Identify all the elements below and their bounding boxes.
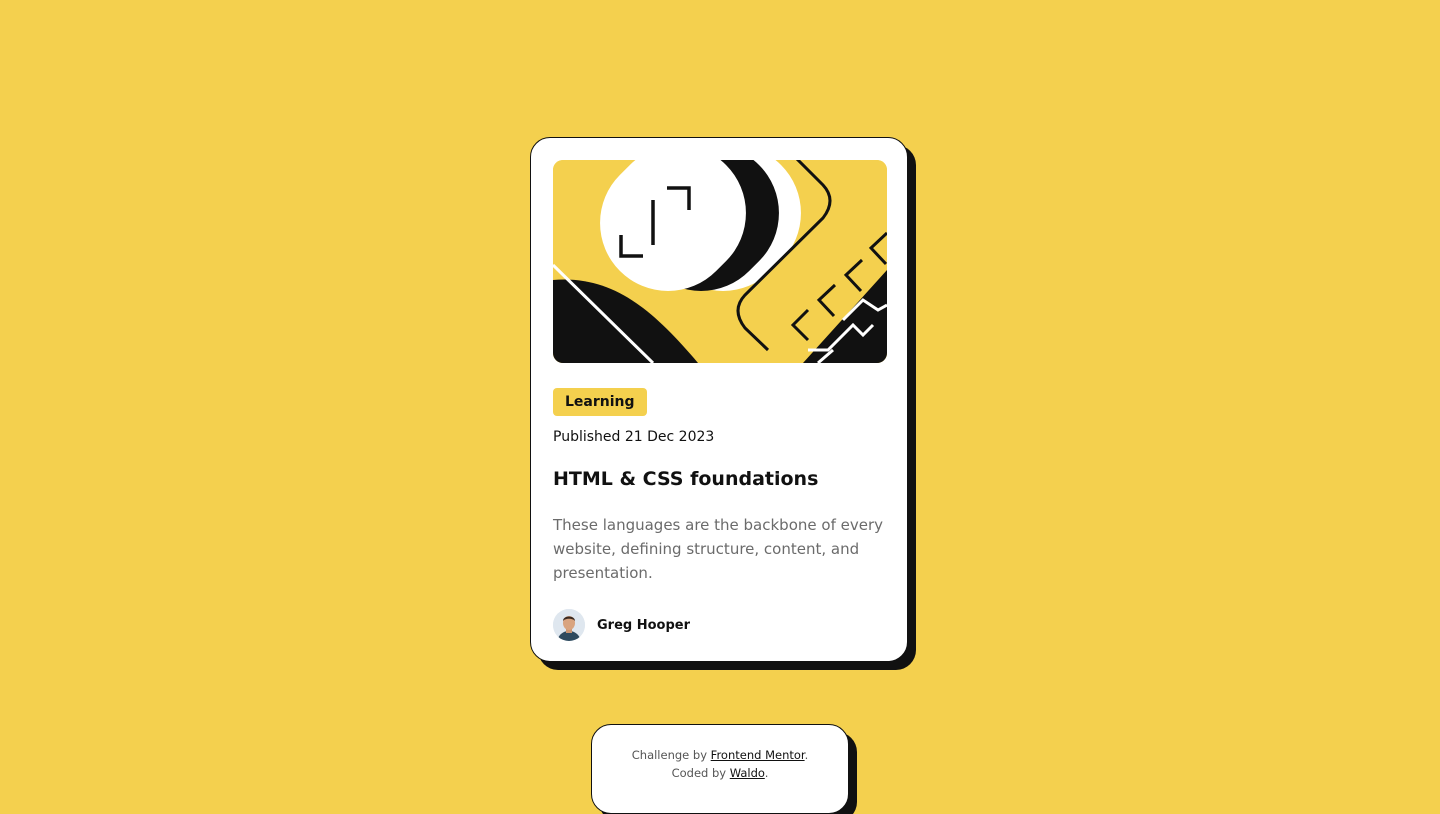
attribution: Challenge by Frontend Mentor. Coded by W… (591, 724, 849, 814)
card-description: These languages are the backbone of ever… (553, 516, 883, 582)
code-illustration-icon (553, 160, 887, 363)
published-date: Published 21 Dec 2023 (553, 429, 715, 445)
illustration-image (553, 160, 887, 363)
attribution-line-coded: Coded by Waldo. (592, 764, 848, 782)
author-name: Greg Hooper (597, 617, 691, 633)
author-block: Greg Hooper (553, 609, 690, 641)
card-title[interactable]: HTML & CSS foundations (553, 468, 818, 490)
author-link[interactable]: Waldo (730, 766, 765, 780)
coded-prefix: Coded by (671, 766, 727, 780)
period: . (764, 766, 769, 780)
category-tag: Learning (553, 388, 647, 416)
person-icon (553, 609, 585, 641)
period: . (804, 748, 809, 762)
blog-preview-card: Learning Published 21 Dec 2023 HTML & CS… (530, 137, 908, 662)
challenge-prefix: Challenge by (631, 748, 708, 762)
attribution-line-challenge: Challenge by Frontend Mentor. (592, 746, 848, 764)
frontend-mentor-link[interactable]: Frontend Mentor (711, 748, 805, 762)
avatar (553, 609, 585, 641)
